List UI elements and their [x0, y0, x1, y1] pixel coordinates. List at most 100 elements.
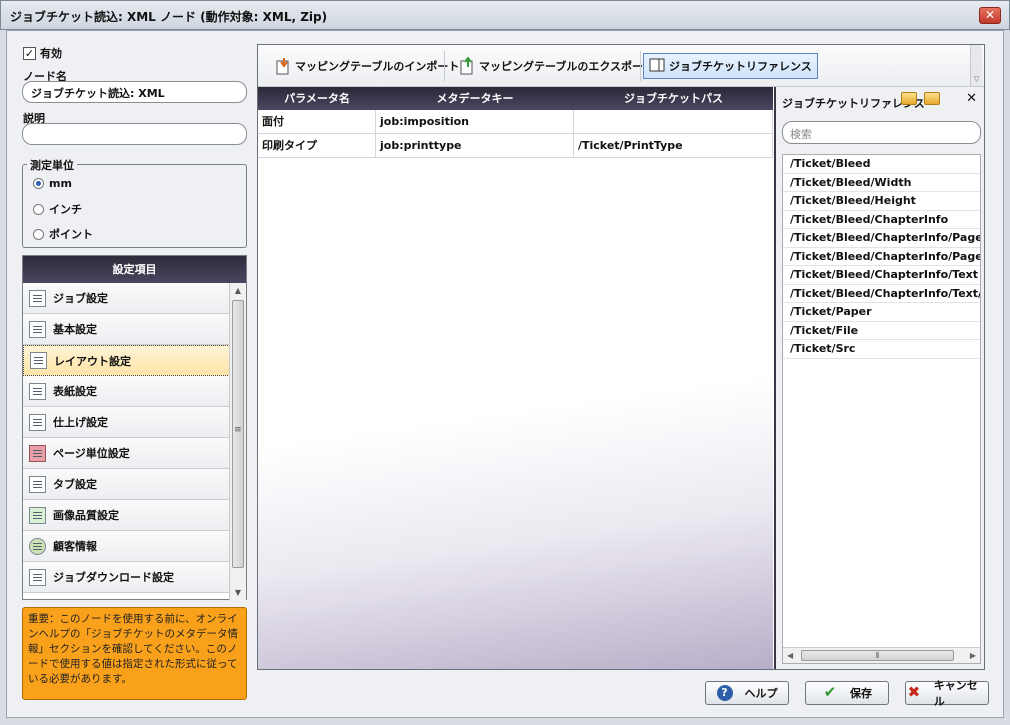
toolbar: マッピングテーブルのインポート マッピングテーブルのエクスポート ジョブチケット… — [258, 45, 984, 87]
scroll-thumb[interactable] — [232, 300, 244, 568]
cell-metadata-key[interactable]: job:printtype — [376, 134, 574, 157]
ticket-reference-button[interactable]: ジョブチケットリファレンス — [643, 53, 818, 79]
enabled-checkbox[interactable]: ✓ — [23, 46, 36, 60]
settings-item-image-quality[interactable]: 画像品質設定 — [23, 500, 230, 531]
unit-option-inch[interactable]: インチ — [33, 201, 82, 217]
node-name-field[interactable]: ジョブチケット読込: XML — [22, 81, 247, 103]
table-row[interactable]: 印刷タイプ job:printtype /Ticket/PrintType — [258, 134, 773, 158]
export-mapping-label: マッピングテーブルのエクスポート — [479, 60, 655, 73]
settings-item-customer[interactable]: 顧客情報 — [23, 531, 230, 562]
toolbar-overflow-icon[interactable]: ▽ — [970, 45, 982, 86]
settings-item-label: ジョブダウンロード設定 — [53, 571, 174, 584]
settings-item-basic[interactable]: 基本設定 — [23, 314, 230, 345]
settings-item-finishing[interactable]: 仕上げ設定 — [23, 407, 230, 438]
radio-mm[interactable] — [33, 178, 44, 189]
reference-close-icon[interactable]: ✕ — [966, 91, 977, 106]
scroll-up-icon[interactable]: ▲ — [230, 283, 246, 299]
settings-item-cover[interactable]: 表紙設定 — [23, 376, 230, 407]
unit-option-point[interactable]: ポイント — [33, 226, 93, 242]
cancel-button[interactable]: ✖ キャンセル — [905, 679, 989, 708]
settings-item-layout[interactable]: レイアウト設定 — [23, 345, 230, 376]
export-icon — [459, 56, 475, 75]
image-icon — [29, 506, 46, 524]
ticket-reference-label: ジョブチケットリファレンス — [669, 60, 812, 73]
hscroll-thumb[interactable]: ⦀ — [801, 650, 954, 661]
cell-metadata-key[interactable]: job:imposition — [376, 110, 574, 133]
settings-item-label: 仕上げ設定 — [53, 416, 108, 429]
cancel-x-icon: ✖ — [907, 683, 921, 701]
settings-item-label: 顧客情報 — [53, 540, 97, 553]
import-mapping-button[interactable]: マッピングテーブルのインポート — [270, 53, 464, 79]
notice-box: 重要：このノードを使用する前に、オンラインヘルプの「ジョブチケットのメタデータ情… — [22, 607, 247, 700]
cell-ticket-path[interactable]: /Ticket/PrintType — [574, 134, 773, 157]
toolbar-separator — [444, 51, 445, 81]
help-icon: ? — [716, 685, 733, 701]
mapping-panel: マッピングテーブルのインポート マッピングテーブルのエクスポート ジョブチケット… — [257, 44, 985, 670]
reference-item[interactable]: /Ticket/Bleed — [783, 155, 980, 174]
reference-item[interactable]: /Ticket/File — [783, 322, 980, 340]
settings-item-label: 基本設定 — [53, 323, 97, 336]
column-header-parameter[interactable]: パラメータ名 — [258, 87, 376, 110]
cover-icon — [29, 382, 46, 400]
window-close-button[interactable]: ✕ — [979, 7, 1001, 24]
settings-item-job[interactable]: ジョブ設定 — [23, 283, 230, 314]
export-mapping-button[interactable]: マッピングテーブルのエクスポート — [454, 53, 659, 79]
list-icon — [29, 320, 46, 338]
reference-hscrollbar[interactable]: ◀ ⦀ ▶ — [783, 647, 980, 663]
settings-item-label: レイアウト設定 — [54, 354, 131, 368]
column-header-metadata-key[interactable]: メタデータキー — [376, 87, 574, 110]
save-label: 保存 — [850, 687, 872, 700]
settings-item-label: ページ単位設定 — [53, 447, 130, 460]
reference-item[interactable]: /Ticket/Bleed/Width — [783, 174, 980, 192]
reference-item[interactable]: /Ticket/Bleed/ChapterInfo — [783, 211, 980, 229]
layout-icon — [30, 352, 47, 369]
help-button[interactable]: ? ヘルプ — [705, 681, 789, 705]
reference-item[interactable]: /Ticket/Paper — [783, 303, 980, 322]
download-icon — [29, 568, 46, 586]
settings-item-page[interactable]: ページ単位設定 — [23, 438, 230, 469]
title-bar: ジョブチケット読込: XML ノード (動作対象: XML, Zip) ✕ — [0, 0, 1010, 30]
reference-item[interactable]: /Ticket/Bleed/ChapterInfo/Text/Chap — [783, 285, 980, 303]
scroll-left-icon[interactable]: ◀ — [787, 651, 793, 660]
column-header-ticket-path[interactable]: ジョブチケットパス — [574, 87, 773, 110]
window-title: ジョブチケット読込: XML ノード (動作対象: XML, Zip) — [10, 10, 328, 24]
settings-item-tab[interactable]: タブ設定 — [23, 469, 230, 500]
settings-item-label: ジョブ設定 — [53, 292, 108, 305]
scroll-down-icon[interactable]: ▼ — [230, 585, 246, 601]
reference-item[interactable]: /Ticket/Bleed/ChapterInfo/Text — [783, 266, 980, 285]
enabled-label: 有効 — [40, 47, 62, 60]
settings-item-download[interactable]: ジョブダウンロード設定 — [23, 562, 230, 593]
settings-scrollbar[interactable]: ▲ ▼ — [229, 283, 246, 601]
settings-panel: 設定項目 ジョブ設定 基本設定 レイアウト設定 表紙設定 仕上げ設定 ページ単位… — [22, 255, 247, 601]
folder-open-icon[interactable] — [901, 92, 917, 105]
save-button[interactable]: ✔ 保存 — [805, 681, 889, 705]
reference-search-input[interactable]: 検索 — [782, 121, 981, 144]
settings-item-label: タブ設定 — [53, 478, 97, 491]
reference-item[interactable]: /Ticket/Bleed/ChapterInfo/Page — [783, 229, 980, 248]
cell-parameter[interactable]: 印刷タイプ — [258, 134, 376, 157]
cell-ticket-path[interactable] — [574, 110, 773, 133]
unit-label-inch: インチ — [49, 203, 82, 216]
reference-list: /Ticket/Bleed /Ticket/Bleed/Width /Ticke… — [782, 154, 981, 664]
help-label: ヘルプ — [744, 687, 778, 700]
reference-item[interactable]: /Ticket/Bleed/Height — [783, 192, 980, 211]
cell-parameter[interactable]: 面付 — [258, 110, 376, 133]
reference-item[interactable]: /Ticket/Bleed/ChapterInfo/Page/Cha — [783, 248, 980, 266]
folder-delete-icon[interactable] — [924, 92, 940, 105]
description-field[interactable] — [22, 123, 247, 145]
table-row[interactable]: 面付 job:imposition — [258, 110, 773, 134]
enabled-row[interactable]: ✓ 有効 — [23, 45, 62, 61]
radio-inch[interactable] — [33, 203, 44, 215]
unit-option-mm[interactable]: mm — [33, 177, 72, 190]
import-icon — [275, 57, 291, 75]
scroll-right-icon[interactable]: ▶ — [970, 651, 976, 660]
page-icon — [29, 444, 46, 462]
reference-panel: ジョブチケットリファレンス ✕ 検索 /Ticket/Bleed /Ticket… — [774, 87, 984, 669]
radio-point[interactable] — [33, 228, 44, 240]
mapping-table: パラメータ名 メタデータキー ジョブチケットパス 面付 job:impositi… — [258, 87, 773, 669]
reference-item[interactable]: /Ticket/Src — [783, 340, 980, 359]
document-icon — [29, 289, 46, 307]
reference-panel-icon — [649, 57, 665, 75]
customer-icon — [29, 537, 46, 555]
checkmark-icon: ✔ — [823, 683, 837, 701]
